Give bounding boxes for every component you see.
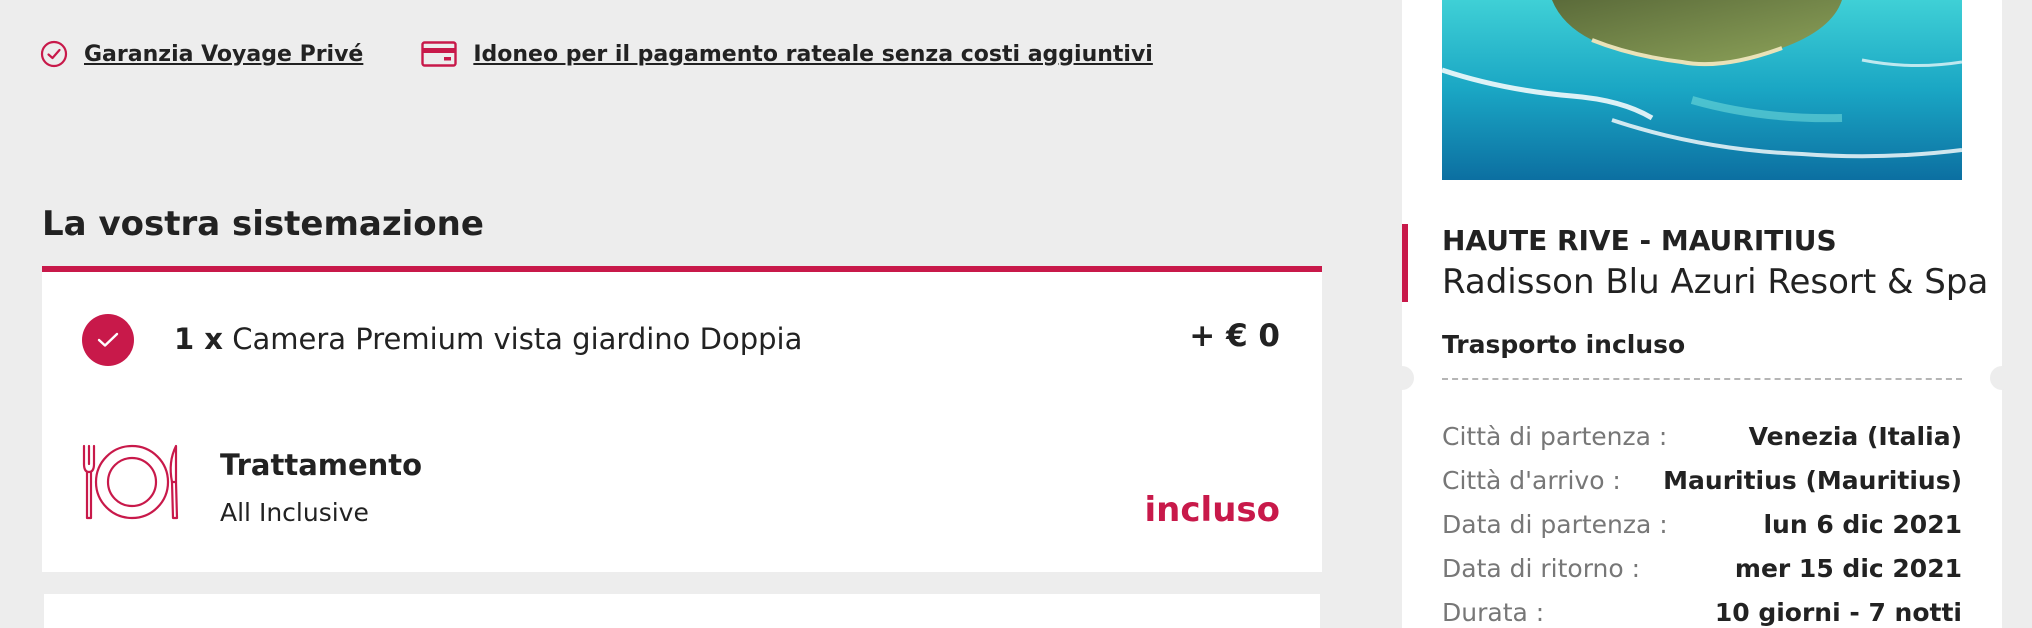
dashed-divider [1442, 378, 1962, 380]
detail-label: Città d'arrivo : [1442, 465, 1621, 495]
meal-title: Trattamento [220, 448, 423, 482]
checkmark-icon [97, 332, 119, 347]
detail-value: Mauritius (Mauritius) [1663, 465, 1962, 495]
meal-plan: All Inclusive [220, 498, 369, 527]
room-name: Camera Premium vista giardino Doppia [232, 322, 803, 356]
accommodation-section-title: La vostra sistemazione [42, 204, 484, 244]
trip-details: Città di partenza : Venezia (Italia) Cit… [1442, 414, 1962, 628]
detail-value: mer 15 dic 2021 [1734, 553, 1962, 583]
hotel-photo [1442, 0, 1962, 180]
detail-value: lun 6 dic 2021 [1763, 509, 1962, 539]
check-circle-icon [40, 40, 68, 68]
transport-included: Trasporto incluso [1442, 330, 1686, 359]
detail-label: Città di partenza : [1442, 421, 1668, 451]
ticket-notch-left [1390, 366, 1414, 390]
page: Garanzia Voyage Privé Idoneo per il paga… [0, 0, 2032, 628]
meal-status: incluso [1144, 490, 1280, 530]
detail-label: Data di partenza : [1442, 509, 1668, 539]
detail-row-departure-date: Data di partenza : lun 6 dic 2021 [1442, 502, 1962, 546]
detail-row-duration: Durata : 10 giorni - 7 notti [1442, 590, 1962, 628]
destination: HAUTE RIVE - MAURITIUS [1442, 224, 1837, 257]
accent-bar [1402, 224, 1408, 302]
room-description: 1 x Camera Premium vista giardino Doppia [174, 322, 802, 356]
detail-value: 10 giorni - 7 notti [1714, 597, 1962, 627]
hotel-name: Radisson Blu Azuri Resort & Spa [1442, 262, 1989, 302]
detail-row-arrival-city: Città d'arrivo : Mauritius (Mauritius) [1442, 458, 1962, 502]
credit-card-icon [421, 41, 458, 67]
guarantee-link[interactable]: Garanzia Voyage Privé [84, 42, 363, 67]
room-quantity: 1 x [174, 322, 223, 356]
detail-row-return-date: Data di ritorno : mer 15 dic 2021 [1442, 546, 1962, 590]
detail-label: Durata : [1442, 597, 1545, 627]
room-price: + € 0 [1189, 318, 1280, 354]
guarantees-bar: Garanzia Voyage Privé Idoneo per il paga… [40, 40, 1211, 68]
installments-link[interactable]: Idoneo per il pagamento rateale senza co… [473, 42, 1153, 67]
accommodation-card: 1 x Camera Premium vista giardino Doppia… [42, 266, 1322, 572]
trip-summary-panel: HAUTE RIVE - MAURITIUS Radisson Blu Azur… [1390, 0, 2014, 628]
plate-cutlery-icon [80, 442, 184, 526]
guarantee-voyage-prive[interactable]: Garanzia Voyage Privé [40, 40, 363, 68]
detail-row-departure-city: Città di partenza : Venezia (Italia) [1442, 414, 1962, 458]
guarantee-installments[interactable]: Idoneo per il pagamento rateale senza co… [421, 41, 1153, 67]
ticket-notch-right [1990, 366, 2014, 390]
next-card [44, 594, 1320, 628]
room-selected-check[interactable] [82, 314, 134, 366]
detail-value: Venezia (Italia) [1748, 421, 1962, 451]
detail-label: Data di ritorno : [1442, 553, 1641, 583]
